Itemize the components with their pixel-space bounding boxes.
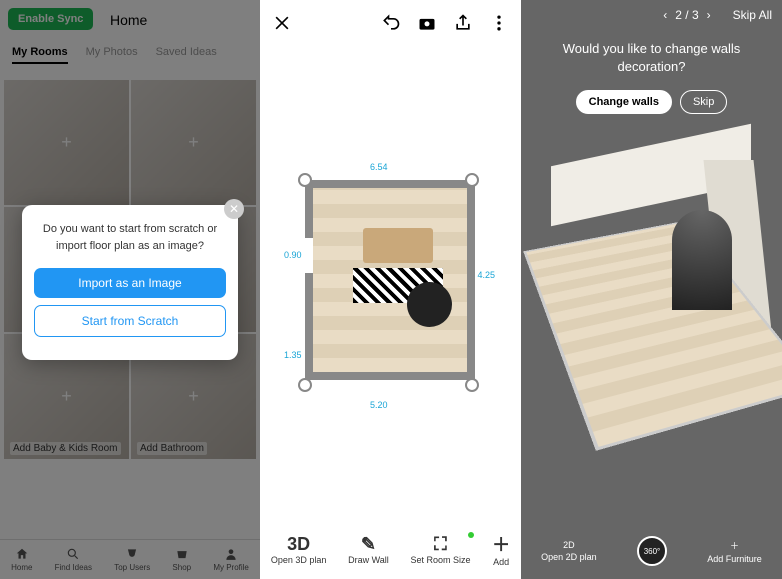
door[interactable] <box>305 238 313 273</box>
screen-my-rooms: Enable Sync Home My Rooms My Photos Save… <box>0 0 260 579</box>
rotate-icon: 360° <box>637 536 667 566</box>
skip-button[interactable]: Skip <box>680 90 727 114</box>
room-shape[interactable] <box>305 180 475 380</box>
tour-topbar: ‹ 2 / 3 › Skip All <box>663 8 772 22</box>
corner-handle[interactable] <box>298 173 312 187</box>
import-image-button[interactable]: Import as an Image <box>34 268 226 298</box>
skip-all-button[interactable]: Skip All <box>733 8 772 22</box>
prev-step-icon[interactable]: ‹ <box>663 8 667 22</box>
change-walls-button[interactable]: Change walls <box>576 90 672 114</box>
spiral-stair <box>672 210 732 310</box>
editor-topbar <box>260 0 521 46</box>
dim-bottom: 5.20 <box>370 400 388 410</box>
3d-bottom-bar: 2DOpen 2D plan 360° ＋Add Furniture <box>521 523 782 579</box>
tour-prompt: Would you like to change walls decoratio… <box>521 40 782 76</box>
dim-top: 6.54 <box>370 162 388 172</box>
3d-viewport[interactable] <box>521 130 782 519</box>
tour-actions: Change walls Skip <box>521 90 782 114</box>
dim-left-lower: 1.35 <box>284 350 302 360</box>
add-button[interactable]: ＋Add <box>492 531 510 567</box>
set-room-size-button[interactable]: ⛶Set Room Size <box>410 534 470 565</box>
share-icon[interactable] <box>453 13 473 33</box>
corner-handle[interactable] <box>465 378 479 392</box>
start-scratch-button[interactable]: Start from Scratch <box>34 305 226 337</box>
resize-icon: ⛶ <box>434 534 447 555</box>
screen-3d-view: ‹ 2 / 3 › Skip All Would you like to cha… <box>521 0 782 579</box>
add-furniture-button[interactable]: ＋Add Furniture <box>707 539 762 564</box>
close-icon[interactable] <box>272 13 292 33</box>
dim-right: 4.25 <box>477 270 495 280</box>
plus-icon: ＋ <box>730 539 739 552</box>
modal-prompt: Do you want to start from scratch or imp… <box>34 221 226 254</box>
close-icon[interactable]: ✕ <box>224 199 244 219</box>
screen-2d-plan: 6.54 4.25 5.20 1.35 0.90 3DOpen 3D plan … <box>260 0 521 579</box>
furniture-table[interactable] <box>363 228 433 263</box>
step-counter: 2 / 3 <box>675 8 698 22</box>
floor-plan-canvas[interactable]: 6.54 4.25 5.20 1.35 0.90 <box>280 150 501 430</box>
corner-handle[interactable] <box>298 378 312 392</box>
camera-icon[interactable] <box>417 13 437 33</box>
dim-left-gap: 0.90 <box>284 250 302 260</box>
indicator-dot <box>468 532 474 538</box>
start-modal: ✕ Do you want to start from scratch or i… <box>22 205 238 360</box>
furniture-round[interactable] <box>407 282 452 327</box>
corner-handle[interactable] <box>465 173 479 187</box>
open-3d-button[interactable]: 3DOpen 3D plan <box>271 534 327 565</box>
next-step-icon[interactable]: › <box>707 8 711 22</box>
pencil-icon: ✎ <box>361 534 376 555</box>
more-icon[interactable] <box>489 13 509 33</box>
plus-icon: ＋ <box>492 531 510 557</box>
editor-bottom-bar: 3DOpen 3D plan ✎Draw Wall ⛶Set Room Size… <box>260 519 521 579</box>
open-2d-button[interactable]: 2DOpen 2D plan <box>541 540 597 562</box>
draw-wall-button[interactable]: ✎Draw Wall <box>348 534 389 565</box>
rotate-360-button[interactable]: 360° <box>637 536 667 566</box>
undo-icon[interactable] <box>381 13 401 33</box>
